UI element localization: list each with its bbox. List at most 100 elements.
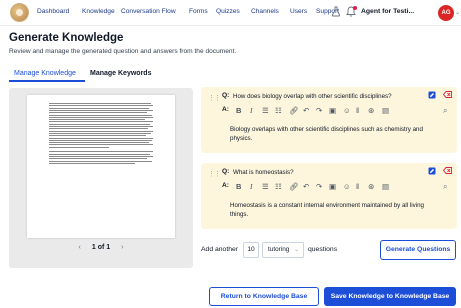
search-icon[interactable]: ⌕: [443, 181, 447, 193]
edit-icon[interactable]: [427, 91, 437, 101]
nav-quizzes[interactable]: Quizzes: [216, 8, 240, 15]
document-text-line: [49, 135, 146, 137]
document-text-line: [49, 109, 153, 111]
answer-text[interactable]: Biology overlaps with other scientific d…: [230, 125, 430, 143]
question-type-select[interactable]: tutoring ⌄: [262, 242, 304, 258]
document-text-line: [49, 130, 153, 132]
question-text[interactable]: How does biology overlap with other scie…: [233, 93, 392, 100]
add-another-label: Add another: [201, 246, 239, 253]
document-text-line: [49, 146, 109, 148]
nav-dashboard[interactable]: Dashboard: [37, 8, 69, 15]
nav-forms[interactable]: Forms: [189, 8, 208, 15]
table-icon[interactable]: ▤: [382, 181, 389, 193]
save-knowledge-button[interactable]: Save Knowledge to Knowledge Base: [324, 287, 456, 306]
undo-icon[interactable]: ↶: [303, 181, 309, 193]
delete-icon[interactable]: [442, 167, 452, 177]
document-preview: ‹ 1 of 1 ›: [9, 88, 193, 268]
page-of: of: [97, 244, 105, 251]
question-text[interactable]: What is homeostasis?: [233, 169, 294, 176]
settings-icon[interactable]: ⊛: [368, 181, 374, 193]
document-text-line: [49, 139, 152, 141]
redo-icon[interactable]: ↷: [316, 105, 322, 117]
document-text-line: [49, 162, 135, 164]
drag-handle-icon[interactable]: ⋮⋮: [208, 94, 221, 102]
search-icon[interactable]: ⌕: [443, 105, 447, 117]
generate-questions-button[interactable]: Generate Questions: [380, 240, 456, 260]
bold-icon[interactable]: B: [236, 105, 241, 117]
document-text-line: [49, 137, 153, 139]
edit-icon[interactable]: [427, 167, 437, 177]
image-icon[interactable]: ▣: [329, 181, 336, 193]
divider-icon[interactable]: ‖: [356, 105, 359, 117]
emoji-icon[interactable]: ☺: [343, 181, 351, 193]
bullet-list-icon[interactable]: ☰: [262, 105, 269, 117]
qa-card: ⋮⋮ Q: How does biology overlap with othe…: [201, 87, 457, 153]
delete-icon[interactable]: [442, 91, 452, 101]
top-nav: Dashboard Knowledge Conversation Flow Fo…: [0, 0, 461, 26]
page-subtitle: Review and manage the generated question…: [9, 48, 237, 55]
answer-text[interactable]: Homeostasis is a constant internal envir…: [230, 201, 430, 219]
page-total: 1: [106, 244, 111, 251]
document-text-line: [49, 153, 150, 155]
next-page-icon[interactable]: ›: [121, 244, 123, 251]
document-text-line: [49, 126, 153, 127]
questions-label: questions: [308, 246, 338, 253]
settings-icon[interactable]: ⊛: [368, 105, 374, 117]
tab-manage-knowledge[interactable]: Manage Knowledge: [14, 70, 76, 77]
answer-toolbar: A: B I ☰ ☷ 🔗︎ ↶ ↷ ▣ ☺ ‖ ⊛ ▤ ⌕: [213, 105, 457, 117]
nav-users[interactable]: Users: [290, 8, 307, 15]
emoji-icon[interactable]: ☺: [343, 105, 351, 117]
numbered-list-icon[interactable]: ☷: [275, 105, 282, 117]
tab-manage-keywords[interactable]: Manage Keywords: [90, 70, 151, 77]
nav-knowledge[interactable]: Knowledge: [82, 8, 115, 15]
nav-channels[interactable]: Channels: [251, 8, 279, 15]
document-text-line: [49, 160, 152, 162]
drag-handle-icon[interactable]: ⋮⋮: [208, 170, 221, 178]
link-icon[interactable]: 🔗︎: [289, 181, 299, 193]
answer-toolbar: A: B I ☰ ☷ 🔗︎ ↶ ↷ ▣ ☺ ‖ ⊛ ▤ ⌕: [213, 181, 457, 193]
answer-label: A:: [222, 106, 229, 113]
document-text-line: [49, 107, 149, 109]
document-text-line: [49, 128, 148, 130]
document-text-line: [49, 103, 151, 104]
document-text-line: [49, 121, 153, 123]
prev-page-icon[interactable]: ‹: [79, 244, 81, 251]
bold-icon[interactable]: B: [236, 181, 241, 193]
question-count-input[interactable]: 10: [243, 242, 259, 258]
chevron-down-icon[interactable]: ⌄: [455, 9, 460, 16]
table-icon[interactable]: ▤: [382, 105, 389, 117]
nav-conversation-flow[interactable]: Conversation Flow: [121, 8, 176, 15]
question-label: Q:: [222, 168, 230, 175]
page-current: 1: [91, 244, 96, 251]
document-page-thumbnail[interactable]: [27, 95, 175, 238]
avatar[interactable]: AG: [438, 5, 454, 21]
bell-icon[interactable]: [345, 6, 357, 18]
link-icon[interactable]: 🔗︎: [289, 105, 299, 117]
document-text-line: [49, 105, 153, 107]
agent-name[interactable]: Agent for Testi...: [361, 8, 414, 15]
flask-icon[interactable]: [330, 6, 342, 18]
question-type-value: tutoring: [268, 246, 290, 253]
tab-active-indicator: [9, 80, 85, 82]
pagination: ‹ 1 of 1 ›: [9, 244, 193, 251]
document-text-line: [49, 144, 153, 146]
app-logo[interactable]: [10, 3, 29, 22]
undo-icon[interactable]: ↶: [303, 105, 309, 117]
document-text-line: [49, 158, 147, 160]
divider-icon[interactable]: ‖: [356, 181, 359, 193]
document-text-line: [49, 155, 153, 157]
chevron-down-icon: ⌄: [293, 247, 299, 253]
question-label: Q:: [222, 92, 230, 99]
document-text-line: [49, 116, 153, 118]
document-text-line: [49, 142, 149, 144]
document-text-line: [49, 112, 147, 114]
image-icon[interactable]: ▣: [329, 105, 336, 117]
return-to-knowledge-base-button[interactable]: Return to Knowledge Base: [209, 287, 319, 306]
redo-icon[interactable]: ↷: [316, 181, 322, 193]
qa-card: ⋮⋮ Q: What is homeostasis? A: B I ☰ ☷ 🔗︎…: [201, 163, 457, 229]
numbered-list-icon[interactable]: ☷: [275, 181, 282, 193]
bullet-list-icon[interactable]: ☰: [262, 181, 269, 193]
document-text-line: [49, 119, 145, 121]
italic-icon[interactable]: I: [250, 105, 253, 117]
italic-icon[interactable]: I: [250, 181, 253, 193]
